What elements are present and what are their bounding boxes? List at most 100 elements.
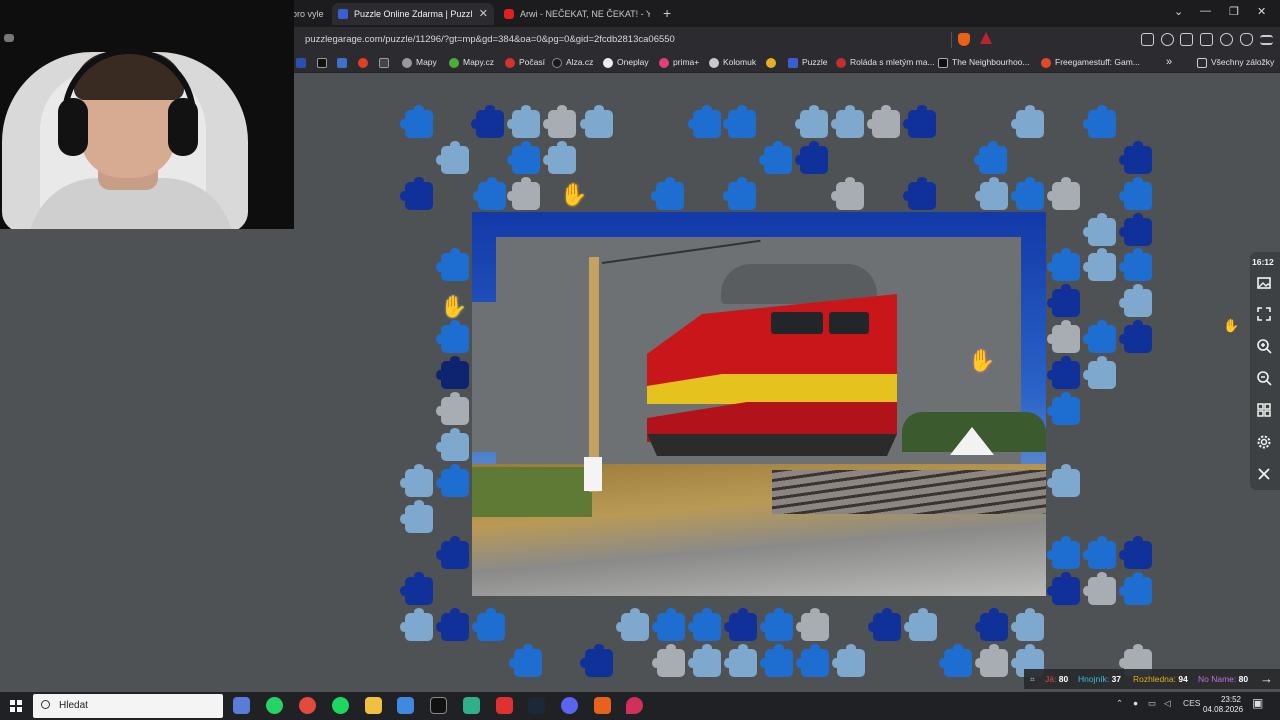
zoom-out-icon[interactable] [1255, 370, 1273, 388]
puzzle-piece[interactable] [1119, 141, 1152, 174]
puzzle-piece[interactable] [1083, 213, 1116, 246]
puzzle-piece[interactable] [507, 177, 540, 210]
volume-icon[interactable]: ◁ [1164, 698, 1171, 709]
puzzle-piece[interactable] [975, 608, 1008, 641]
assembled-puzzle-image[interactable] [472, 212, 1046, 596]
tab-inactive-youtube[interactable]: Arwi - NEČEKAT, NE ČEKAT! - You [498, 3, 650, 25]
tab-active-puzzle[interactable]: Puzzle Online Zdarma | Puzzl ✕ [332, 3, 494, 25]
puzzle-piece[interactable] [867, 105, 900, 138]
url-field[interactable]: puzzlegarage.com/puzzle/11296/?gt=mp&gd=… [305, 34, 675, 45]
puzzle-piece[interactable] [616, 608, 649, 641]
brave-icon[interactable] [594, 697, 611, 714]
tab-search-icon[interactable]: ⌄ [1174, 5, 1183, 18]
puzzle-piece[interactable] [1083, 320, 1116, 353]
bookmark-c-icon[interactable] [317, 58, 327, 68]
puzzle-piece[interactable] [1119, 248, 1152, 281]
menu-icon[interactable] [1260, 35, 1273, 45]
puzzle-piece[interactable] [795, 141, 828, 174]
taskbar-clock[interactable]: 23:52 04.08.2026 [1203, 695, 1243, 715]
bookmark-mapy[interactable]: Mapy [402, 56, 437, 69]
steam-icon[interactable] [528, 697, 545, 714]
bookmark-mapy-cz[interactable]: Mapy.cz [449, 56, 494, 69]
puzzle-piece[interactable] [832, 644, 865, 677]
puzzle-piece[interactable] [1119, 177, 1152, 210]
puzzle-piece[interactable] [400, 608, 433, 641]
puzzle-piece[interactable] [975, 177, 1008, 210]
puzzle-piece[interactable] [580, 644, 613, 677]
puzzle-piece[interactable] [436, 248, 469, 281]
puzzle-piece[interactable] [436, 608, 469, 641]
puzzle-piece[interactable] [1011, 105, 1044, 138]
bookmark-h-icon[interactable] [337, 58, 347, 68]
puzzle-piece[interactable] [509, 644, 542, 677]
puzzle-piece[interactable] [868, 608, 901, 641]
puzzle-piece[interactable] [436, 392, 469, 425]
puzzle-piece[interactable] [831, 105, 864, 138]
puzzle-piece[interactable] [1011, 608, 1044, 641]
leo-ai-icon[interactable] [1220, 33, 1233, 46]
vpn-shield-icon[interactable] [1240, 33, 1253, 46]
puzzle-piece[interactable] [436, 141, 469, 174]
close-window-button[interactable]: ✕ [1257, 5, 1266, 18]
pin-app-icon[interactable] [626, 697, 643, 714]
puzzle-piece[interactable] [688, 105, 721, 138]
puzzle-piece[interactable] [436, 356, 469, 389]
puzzle-piece[interactable] [688, 608, 721, 641]
bookmark-kolomuk[interactable]: Kolomuk [709, 56, 756, 69]
bookmarks-overflow-button[interactable]: » [1166, 56, 1172, 69]
image-icon[interactable] [1255, 275, 1273, 293]
puzzle-piece[interactable] [1047, 392, 1080, 425]
puzzle-piece[interactable] [1047, 536, 1080, 569]
discord-icon[interactable] [561, 697, 578, 714]
puzzle-piece[interactable] [760, 608, 793, 641]
bookmark-app-icon[interactable] [296, 58, 306, 68]
puzzle-piece[interactable] [1119, 572, 1152, 605]
task-view-icon[interactable] [233, 697, 250, 714]
puzzle-piece[interactable] [796, 644, 829, 677]
puzzle-piece[interactable] [1083, 536, 1116, 569]
puzzle-piece[interactable] [543, 141, 576, 174]
puzzle-piece[interactable] [400, 177, 433, 210]
puzzle-piece[interactable] [796, 608, 829, 641]
bookmark-pocasi[interactable]: Počasí [505, 56, 545, 69]
puzzle-piece[interactable] [1047, 284, 1080, 317]
extensions-icon[interactable] [1141, 33, 1154, 46]
sidebar-icon[interactable] [1180, 33, 1193, 46]
taskbar-search-box[interactable]: Hledat [33, 694, 223, 718]
puzzle-piece[interactable] [1047, 177, 1080, 210]
new-tab-button[interactable]: + [663, 5, 671, 21]
puzzle-piece[interactable] [903, 105, 936, 138]
puzzle-piece[interactable] [975, 644, 1008, 677]
bookmark-dot-icon[interactable] [358, 58, 368, 68]
puzzle-piece[interactable] [1047, 464, 1080, 497]
puzzle-piece[interactable] [400, 105, 433, 138]
app-icon[interactable] [463, 697, 480, 714]
network-icon[interactable]: ▭ [1148, 698, 1156, 709]
puzzle-piece[interactable] [974, 141, 1007, 174]
puzzle-piece[interactable] [759, 141, 792, 174]
puzzle-piece[interactable] [543, 105, 576, 138]
arrow-right-icon[interactable]: → [1260, 669, 1273, 689]
maximize-button[interactable]: ❐ [1229, 5, 1239, 18]
puzzle-piece[interactable] [472, 608, 505, 641]
tab-close-icon[interactable]: ✕ [479, 3, 488, 25]
puzzle-piece[interactable] [760, 644, 793, 677]
bookmark-puzzle[interactable]: Puzzle [788, 56, 828, 69]
brave-shields-icon[interactable] [958, 33, 970, 46]
puzzle-piece[interactable] [436, 320, 469, 353]
puzzle-piece[interactable] [471, 105, 504, 138]
puzzle-piece[interactable] [1119, 536, 1152, 569]
wallet-icon[interactable] [1200, 33, 1213, 46]
puzzle-piece[interactable] [473, 177, 506, 210]
puzzle-piece[interactable] [939, 644, 972, 677]
bookmark-freegamestuff[interactable]: Freegamestuff: Gam... [1041, 56, 1140, 69]
puzzle-piece[interactable] [795, 105, 828, 138]
media-icon[interactable] [1161, 33, 1174, 46]
puzzle-piece[interactable] [1083, 105, 1116, 138]
puzzle-piece[interactable] [1083, 356, 1116, 389]
puzzle-piece[interactable] [1083, 248, 1116, 281]
puzzle-piece[interactable] [652, 644, 685, 677]
puzzle-piece[interactable] [400, 500, 433, 533]
puzzle-piece[interactable] [724, 608, 757, 641]
puzzle-piece[interactable] [723, 177, 756, 210]
